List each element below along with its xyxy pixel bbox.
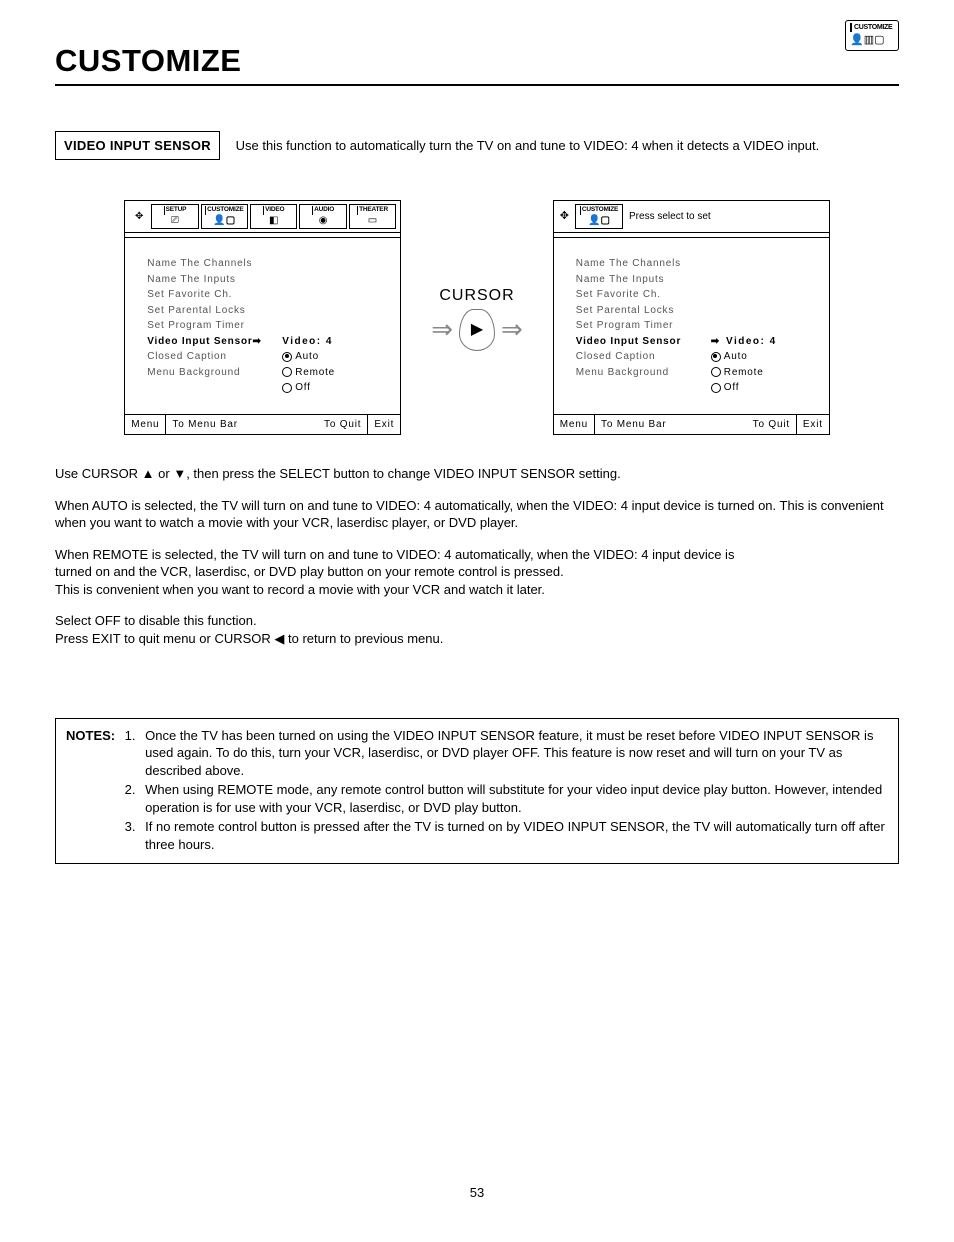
paragraph: Select OFF to disable this function. Pre…	[55, 612, 899, 647]
arrow-right-icon: ➡	[253, 335, 262, 349]
footer-mid[interactable]: To Menu Bar	[594, 415, 747, 435]
section-row: VIDEO INPUT SENSOR Use this function to …	[55, 131, 899, 161]
menu-item[interactable]: Closed Caption Auto	[576, 349, 817, 365]
menu-item[interactable]: Name The Channels	[576, 256, 817, 272]
notes-box: NOTES: Once the TV has been turned on us…	[55, 718, 899, 865]
radio-off[interactable]: Off	[282, 381, 311, 395]
osd-footer: Menu To Menu Bar To Quit Exit	[554, 414, 829, 435]
cursor-indicator: CURSOR ⇒ ▶ ⇒	[431, 285, 523, 351]
panels-row: ✥ SETUP⎚ CUSTOMIZE👤▢ VIDEO◧ AUDIO◉ THEAT…	[55, 200, 899, 435]
header: CUSTOMIZE 👤▥▢ CUSTOMIZE	[55, 40, 899, 86]
notes-label: NOTES:	[66, 727, 115, 856]
radio-remote[interactable]: Remote	[282, 366, 335, 380]
menu-item[interactable]: Set Parental Locks	[147, 303, 388, 319]
paragraph: Use CURSOR ▲ or ▼, then press the SELECT…	[55, 465, 899, 483]
footer-quit[interactable]: To Quit	[318, 415, 367, 435]
radio-auto[interactable]: Auto	[282, 350, 319, 364]
corner-badge: CUSTOMIZE 👤▥▢	[845, 20, 899, 51]
osd-header: ✥ CUSTOMIZE👤▢ Press select to set	[554, 201, 829, 233]
osd-tabs: ✥ SETUP⎚ CUSTOMIZE👤▢ VIDEO◧ AUDIO◉ THEAT…	[125, 201, 400, 233]
arrow-right-icon: ➡	[711, 335, 720, 349]
arrow-outline-icon: ⇒	[431, 312, 453, 347]
menu-item-blank: Off	[576, 380, 817, 396]
radio-auto[interactable]: Auto	[711, 350, 748, 364]
corner-label: CUSTOMIZE	[850, 23, 894, 32]
note-item: If no remote control button is pressed a…	[139, 818, 888, 853]
tab-video[interactable]: VIDEO◧	[250, 204, 297, 229]
menu-item[interactable]: Closed Caption Auto	[147, 349, 388, 365]
cursor-label: CURSOR	[431, 285, 523, 307]
menu-item-selected[interactable]: Video Input Sensor➡ Video: 4	[147, 334, 388, 350]
joystick-icon: ✥	[560, 209, 569, 224]
menu-item[interactable]: Set Program Timer	[147, 318, 388, 334]
menu-item[interactable]: Menu Background Remote	[147, 365, 388, 381]
paragraph: When AUTO is selected, the TV will turn …	[55, 497, 899, 532]
footer-mid[interactable]: To Menu Bar	[165, 415, 318, 435]
page-number: 53	[55, 1184, 899, 1202]
section-label: VIDEO INPUT SENSOR	[55, 131, 220, 161]
corner-icon: 👤▥▢	[850, 33, 894, 48]
menu-item[interactable]: Name The Inputs	[147, 272, 388, 288]
section-description: Use this function to automatically turn …	[236, 138, 820, 153]
tab-theater[interactable]: THEATER▭	[349, 204, 396, 229]
menu-value: Video: 4	[282, 335, 333, 349]
tab-audio[interactable]: AUDIO◉	[299, 204, 346, 229]
menu-item[interactable]: Name The Channels	[147, 256, 388, 272]
menu-item[interactable]: Set Favorite Ch.	[147, 287, 388, 303]
paragraph: When REMOTE is selected, the TV will tur…	[55, 546, 899, 599]
menu-item[interactable]: Set Program Timer	[576, 318, 817, 334]
body-text: Use CURSOR ▲ or ▼, then press the SELECT…	[55, 465, 899, 647]
menu-list: Name The Channels Name The Inputs Set Fa…	[576, 256, 817, 396]
radio-remote[interactable]: Remote	[711, 366, 764, 380]
osd-panel-left: ✥ SETUP⎚ CUSTOMIZE👤▢ VIDEO◧ AUDIO◉ THEAT…	[124, 200, 401, 435]
menu-item-selected[interactable]: Video Input Sensor ➡ Video: 4	[576, 334, 817, 350]
footer-quit[interactable]: To Quit	[747, 415, 796, 435]
cursor-button-icon: ▶	[459, 309, 495, 351]
menu-item-blank: Off	[147, 380, 388, 396]
menu-item[interactable]: Menu Background Remote	[576, 365, 817, 381]
header-hint: Press select to set	[629, 210, 711, 224]
footer-menu[interactable]: Menu	[125, 415, 165, 435]
page-title: CUSTOMIZE	[55, 40, 899, 82]
footer-exit[interactable]: Exit	[367, 415, 400, 435]
tab-customize[interactable]: CUSTOMIZE👤▢	[201, 204, 248, 229]
menu-list: Name The Channels Name The Inputs Set Fa…	[147, 256, 388, 396]
tab-setup[interactable]: SETUP⎚	[151, 204, 198, 229]
arrow-outline-icon: ⇒	[501, 312, 523, 347]
footer-menu[interactable]: Menu	[554, 415, 594, 435]
menu-item[interactable]: Set Favorite Ch.	[576, 287, 817, 303]
joystick-icon: ✥	[129, 204, 149, 229]
menu-value: Video: 4	[726, 335, 777, 349]
footer-exit[interactable]: Exit	[796, 415, 829, 435]
tab-customize[interactable]: CUSTOMIZE👤▢	[575, 204, 623, 229]
note-item: Once the TV has been turned on using the…	[139, 727, 888, 780]
menu-item[interactable]: Name The Inputs	[576, 272, 817, 288]
note-item: When using REMOTE mode, any remote contr…	[139, 781, 888, 816]
osd-panel-right: ✥ CUSTOMIZE👤▢ Press select to set Name T…	[553, 200, 830, 435]
menu-item[interactable]: Set Parental Locks	[576, 303, 817, 319]
notes-list: Once the TV has been turned on using the…	[121, 727, 888, 856]
osd-footer: Menu To Menu Bar To Quit Exit	[125, 414, 400, 435]
radio-off[interactable]: Off	[711, 381, 740, 395]
